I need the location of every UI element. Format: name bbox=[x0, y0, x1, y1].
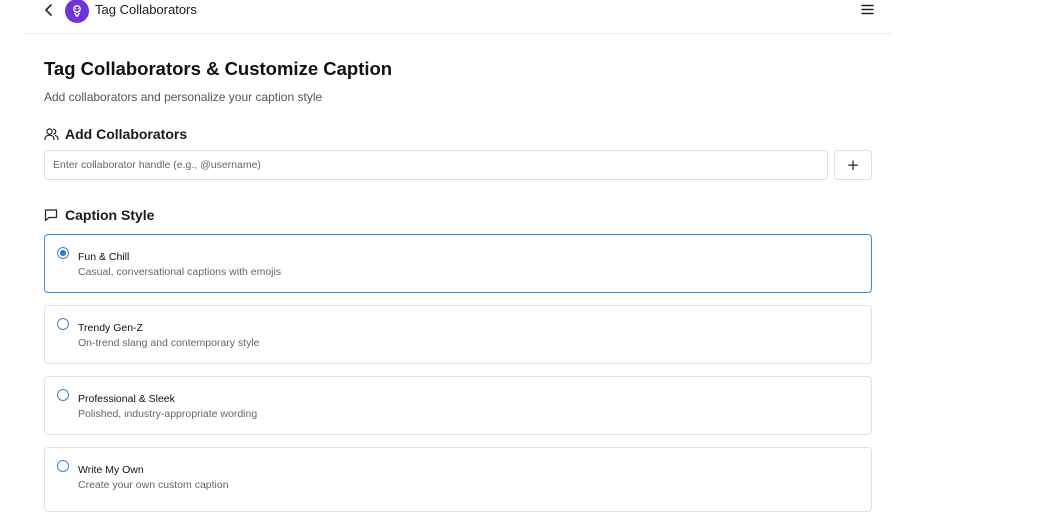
header-title: Tag Collaborators bbox=[95, 2, 197, 17]
add-collaborators-heading: Add Collaborators bbox=[44, 126, 187, 142]
option-label: Fun & Chill bbox=[78, 251, 130, 263]
caption-option-professional-sleek[interactable]: Professional & Sleek Polished, industry-… bbox=[44, 376, 872, 435]
collaborator-handle-input[interactable] bbox=[44, 150, 828, 180]
radio-button[interactable] bbox=[57, 318, 69, 330]
option-label: Trendy Gen-Z bbox=[78, 322, 143, 334]
message-square-icon bbox=[44, 208, 59, 223]
caption-option-fun-chill[interactable]: Fun & Chill Casual, conversational capti… bbox=[44, 234, 872, 293]
hamburger-menu-icon bbox=[860, 4, 874, 14]
plus-icon: + bbox=[846, 156, 860, 174]
option-label: Write My Own bbox=[78, 464, 144, 476]
top-bar: Tag Collaborators bbox=[25, 0, 891, 34]
app-logo bbox=[65, 0, 89, 23]
caption-option-write-my-own[interactable]: Write My Own Create your own custom capt… bbox=[44, 447, 872, 512]
robot-icon bbox=[73, 5, 81, 18]
option-description: On-trend slang and contemporary style bbox=[78, 337, 260, 349]
chevron-left-icon bbox=[45, 4, 52, 16]
radio-button-checked[interactable] bbox=[57, 247, 69, 259]
caption-option-trendy-gen-z[interactable]: Trendy Gen-Z On-trend slang and contempo… bbox=[44, 305, 872, 364]
option-description: Create your own custom caption bbox=[78, 479, 229, 491]
option-description: Polished, industry-appropriate wording bbox=[78, 408, 258, 420]
caption-style-label: Caption Style bbox=[65, 207, 155, 223]
page-title: Tag Collaborators & Customize Caption bbox=[44, 58, 393, 79]
users-icon bbox=[44, 127, 59, 142]
option-description: Casual, conversational captions with emo… bbox=[78, 266, 282, 278]
add-collaborator-button[interactable]: + bbox=[834, 150, 872, 180]
radio-button[interactable] bbox=[57, 389, 69, 401]
option-label: Professional & Sleek bbox=[78, 393, 175, 405]
add-collaborators-label: Add Collaborators bbox=[65, 126, 188, 142]
page-subtitle: Add collaborators and personalize your c… bbox=[44, 90, 323, 104]
caption-style-heading: Caption Style bbox=[44, 207, 154, 223]
menu-button[interactable] bbox=[859, 1, 875, 17]
radio-button[interactable] bbox=[57, 460, 69, 472]
back-button[interactable] bbox=[41, 1, 57, 19]
